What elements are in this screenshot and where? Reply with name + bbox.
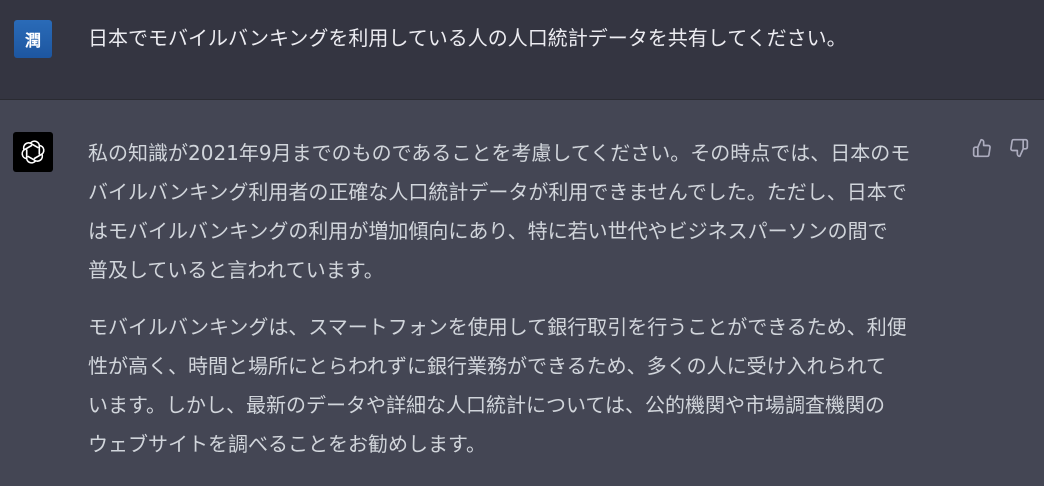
answer-line: 私の知識が2021年9月までのものであることを考慮してください。その時点では、日…: [88, 141, 911, 165]
openai-logo-icon: [13, 132, 53, 172]
assistant-message-text: 私の知識が2021年9月までのものであることを考慮してください。その時点では、日…: [88, 134, 968, 482]
thumbs-down-icon: [1010, 138, 1029, 158]
dislike-button[interactable]: [1007, 136, 1031, 160]
answer-paragraph-2: モバイルバンキングは、スマートフォンを使用して銀行取引を行うことができるため、利…: [88, 308, 968, 464]
answer-line: います。しかし、最新のデータや詳細な人口統計については、公的機関や市場調査機関の: [88, 393, 885, 417]
thumbs-up-icon: [972, 138, 991, 158]
user-message-row: 潤 日本でモバイルバンキングを利用している人の人口統計データを共有してください。: [0, 0, 1044, 100]
answer-line: 性が高く、時間と場所にとらわれずに銀行業務ができるため、多くの人に受け入れられて: [88, 354, 886, 378]
assistant-message-row: 私の知識が2021年9月までのものであることを考慮してください。その時点では、日…: [0, 100, 1044, 486]
like-button[interactable]: [970, 136, 994, 160]
user-message-text: 日本でモバイルバンキングを利用している人の人口統計データを共有してください。: [88, 26, 847, 50]
answer-paragraph-1: 私の知識が2021年9月までのものであることを考慮してください。その時点では、日…: [88, 134, 968, 290]
user-avatar: 潤: [14, 20, 52, 58]
answer-line: バイルバンキング利用者の正確な人口統計データが利用できませんでした。ただし、日本…: [88, 180, 907, 204]
answer-line: 普及していると言われています。: [88, 258, 384, 282]
answer-line: モバイルバンキングは、スマートフォンを使用して銀行取引を行うことができるため、利…: [88, 315, 907, 339]
answer-line: ウェブサイトを調べることをお勧めします。: [88, 432, 486, 456]
answer-line: はモバイルバンキングの利用が増加傾向にあり、特に若い世代やビジネスパーソンの間で: [88, 219, 888, 243]
